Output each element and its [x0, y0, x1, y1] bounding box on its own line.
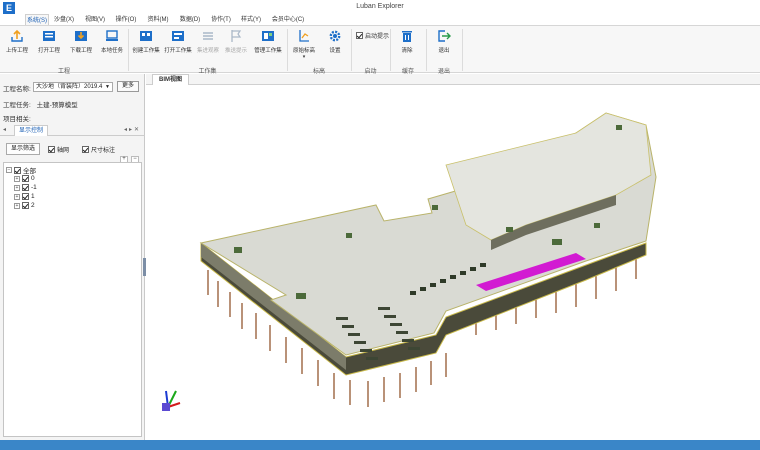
- project-name-label: 工程名称:: [3, 86, 31, 93]
- workset-observe-label: 集进观察: [196, 48, 219, 54]
- chevron-down-icon: ▼: [105, 84, 110, 90]
- push-notice-label: 推送提示: [224, 48, 247, 54]
- more-button[interactable]: 更多: [117, 81, 139, 92]
- tree-node-label: 1: [31, 193, 35, 200]
- tab-display-control[interactable]: 显示控制: [14, 125, 49, 136]
- settings-label: 设置: [329, 48, 341, 54]
- tree-node-floor[interactable]: + 2: [14, 202, 35, 209]
- display-filter-button[interactable]: 显示筛选: [6, 143, 40, 155]
- project-task-label: 工程任务:: [3, 102, 31, 109]
- ribbon-separator: [287, 29, 288, 71]
- download-project-icon: [75, 31, 87, 41]
- upload-project-label: 上传工程: [5, 48, 28, 54]
- create-workset-label: 创建工作集: [132, 48, 160, 54]
- push-flag-icon: [231, 30, 242, 42]
- startup-prompt-label: 启动提示: [365, 34, 390, 40]
- collapse-icon[interactable]: −: [6, 167, 12, 173]
- workset-observe-icon: [203, 32, 213, 40]
- ribbon-toolbar: 上传工程 打开工程 下载工程 本地任务 创建工作集 打开工作集 集进观察 推送提…: [0, 25, 760, 75]
- expand-icon[interactable]: +: [14, 202, 20, 209]
- exit-icon: [438, 30, 451, 42]
- upload-project-button[interactable]: 上传工程: [4, 29, 30, 59]
- ribbon-separator: [128, 29, 129, 71]
- exit-label: 退出: [438, 48, 450, 54]
- tree-node-label: 全部: [23, 168, 36, 175]
- local-task-label: 本地任务: [100, 48, 123, 54]
- tree-node-floor[interactable]: + 0: [14, 175, 35, 182]
- exit-button[interactable]: 退出: [433, 29, 455, 59]
- tree-node-label: -1: [31, 184, 37, 191]
- axis-gizmo: [162, 390, 181, 411]
- floor-tree: − 全部 + 0 + -1 + 1 + 2: [3, 162, 142, 437]
- push-notice-button[interactable]: 推送提示: [224, 29, 248, 59]
- title-bar: E Luban Explorer: [0, 0, 760, 14]
- tree-node-floor[interactable]: + 1: [14, 193, 35, 200]
- scroll-left-icon[interactable]: ◂: [3, 126, 6, 133]
- local-task-button[interactable]: 本地任务: [99, 29, 125, 59]
- building-model[interactable]: [146, 85, 760, 440]
- project-related-label: 项目相关:: [3, 116, 31, 123]
- axis-grid-option[interactable]: 轴网: [48, 145, 69, 154]
- elevation-icon: [299, 30, 309, 42]
- open-workset-label: 打开工作集: [164, 48, 192, 54]
- clear-cache-label: 清除: [401, 48, 413, 54]
- project-name-select[interactable]: 大沙地（背装阵）2019.4 ▼: [33, 82, 113, 92]
- dimension-option[interactable]: 尺寸标注: [82, 145, 115, 154]
- checkbox-checked-icon[interactable]: [22, 193, 29, 200]
- tab-bim-view[interactable]: BIM视图: [152, 74, 189, 85]
- create-workset-button[interactable]: 创建工作集: [131, 29, 161, 59]
- create-workset-icon: [140, 31, 152, 41]
- open-workset-button[interactable]: 打开工作集: [163, 29, 193, 59]
- project-task-row: 工程任务: 土建-预算模型: [3, 99, 78, 109]
- checkbox-checked-icon[interactable]: [356, 32, 363, 39]
- manage-workset-icon: [262, 31, 274, 41]
- expand-icon[interactable]: +: [14, 175, 20, 182]
- view-tab-bar: BIM视图: [146, 74, 760, 85]
- project-name-value: 大沙地（背装阵）2019.4: [36, 84, 103, 90]
- upload-project-icon: [11, 29, 23, 42]
- original-elevation-button[interactable]: 原始标高 ▾: [291, 29, 317, 60]
- ribbon-separator: [462, 29, 463, 71]
- open-workset-icon: [172, 31, 184, 41]
- settings-button[interactable]: 设置: [325, 29, 345, 59]
- bim-3d-viewport[interactable]: [146, 85, 760, 440]
- workset-observe-button[interactable]: 集进观察: [195, 29, 221, 59]
- axis-grid-label: 轴网: [57, 148, 70, 154]
- ribbon-separator: [426, 29, 427, 71]
- manage-workset-button[interactable]: 管理工作集: [252, 29, 284, 59]
- window-title: Luban Explorer: [356, 3, 404, 10]
- tree-node-floor[interactable]: + -1: [14, 184, 37, 191]
- local-task-icon: [106, 30, 118, 41]
- project-task-value: 土建-预算模型: [36, 102, 78, 109]
- dimension-label: 尺寸标注: [91, 148, 116, 154]
- checkbox-checked-icon[interactable]: [22, 202, 29, 209]
- checkbox-checked-icon[interactable]: [22, 175, 29, 182]
- startup-prompt-checkbox[interactable]: 启动提示: [356, 31, 389, 40]
- tab-nav-arrows-icon[interactable]: ◂▸✕: [124, 126, 141, 133]
- checkbox-checked-icon[interactable]: [48, 146, 55, 153]
- download-project-label: 下载工程: [69, 48, 92, 54]
- gear-icon: [329, 30, 341, 42]
- open-project-icon: [43, 31, 55, 41]
- download-project-button[interactable]: 下载工程: [67, 29, 95, 59]
- tree-node-label: 0: [31, 175, 35, 182]
- chevron-down-icon[interactable]: ▾: [291, 54, 317, 60]
- status-bar: [0, 440, 760, 450]
- tree-node-root[interactable]: − 全部: [6, 165, 36, 175]
- checkbox-checked-icon[interactable]: [14, 166, 21, 174]
- original-elevation-label: 原始标高: [292, 48, 315, 54]
- panel-tab-bar: ◂ 显示控制 ◂▸✕: [0, 125, 145, 136]
- open-project-button[interactable]: 打开工程: [35, 29, 63, 59]
- manage-workset-label: 管理工作集: [254, 48, 282, 54]
- clear-cache-button[interactable]: 清除: [396, 29, 418, 59]
- checkbox-checked-icon[interactable]: [82, 146, 89, 153]
- expand-icon[interactable]: +: [14, 184, 20, 191]
- trash-icon: [402, 31, 412, 42]
- checkbox-checked-icon[interactable]: [22, 184, 29, 191]
- ribbon-separator: [351, 29, 352, 71]
- ribbon-separator: [390, 29, 391, 71]
- open-project-label: 打开工程: [37, 48, 60, 54]
- expand-icon[interactable]: +: [14, 193, 20, 200]
- tree-node-label: 2: [31, 202, 35, 209]
